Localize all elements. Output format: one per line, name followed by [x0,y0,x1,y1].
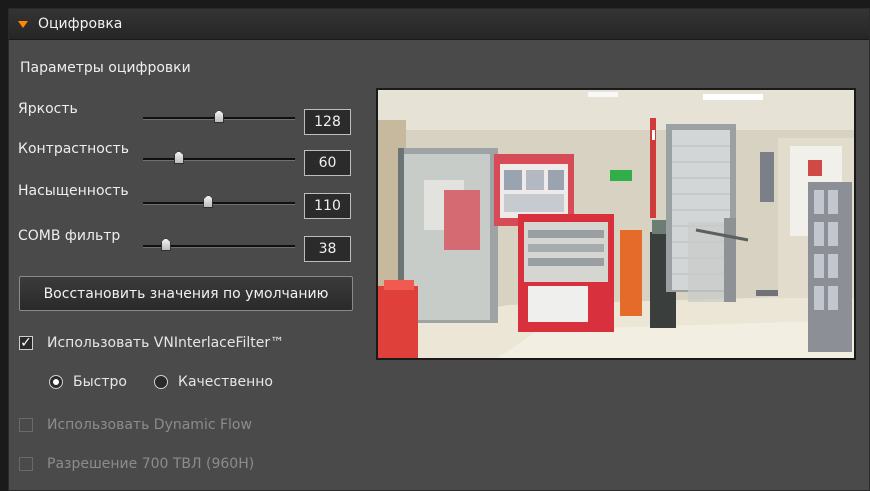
vninterlace-option[interactable]: ✓ Использовать VNInterlaceFilter™ [19,335,284,351]
restore-defaults-button[interactable]: Восстановить значения по умолчанию [19,276,353,311]
mode-quality-label: Качественно [178,374,273,390]
contrast-slider[interactable] [143,158,295,161]
contrast-label: Контрастность [18,141,129,157]
contrast-value-field[interactable]: 60 [304,150,351,176]
mode-fast-radio[interactable] [49,375,63,389]
camera-preview [376,88,856,360]
brightness-value-field[interactable]: 128 [304,109,351,135]
mode-quality-radio[interactable] [154,375,168,389]
dynamic-flow-checkbox[interactable] [19,418,33,432]
mode-fast-option[interactable]: Быстро [49,374,127,390]
dynamic-flow-label: Использовать Dynamic Flow [47,417,252,433]
vninterlace-checkbox[interactable]: ✓ [19,336,33,350]
saturation-slider[interactable] [143,202,295,205]
collapse-triangle-icon[interactable] [18,20,28,28]
brightness-label: Яркость [18,101,78,117]
resolution-960h-label: Разрешение 700 ТВЛ (960H) [47,456,255,472]
section-title: Параметры оцифровки [20,60,191,76]
saturation-value-field[interactable]: 110 [304,193,351,219]
panel-title: Оцифровка [38,16,123,32]
panel-header[interactable]: Оцифровка [9,9,869,40]
dynamic-flow-option[interactable]: Использовать Dynamic Flow [19,417,252,433]
vninterlace-label: Использовать VNInterlaceFilter™ [47,335,285,351]
comb-filter-value-field[interactable]: 38 [304,236,351,262]
mode-quality-option[interactable]: Качественно [154,374,273,390]
comb-filter-label: COMB фильтр [18,228,121,244]
checkmark-icon: ✓ [20,335,32,351]
resolution-960h-checkbox[interactable] [19,457,33,471]
camera-preview-image [378,90,854,358]
mode-fast-label: Быстро [73,374,127,390]
saturation-label: Насыщенность [18,183,129,199]
resolution-960h-option[interactable]: Разрешение 700 ТВЛ (960H) [19,456,254,472]
